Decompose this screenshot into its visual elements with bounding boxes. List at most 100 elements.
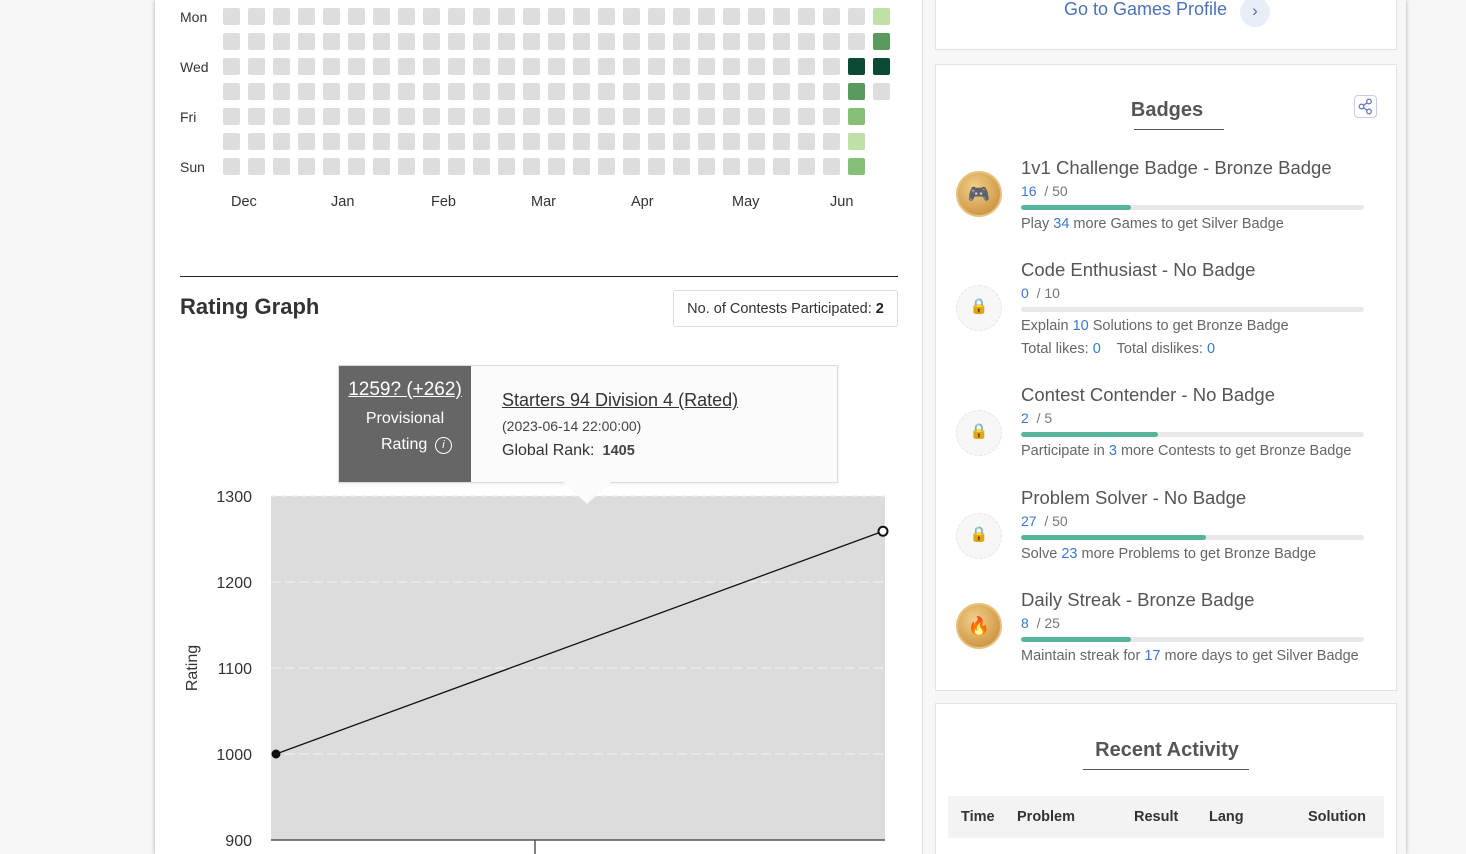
- heatmap-cell[interactable]: [548, 58, 565, 75]
- heatmap-cell[interactable]: [748, 133, 765, 150]
- heatmap-cell[interactable]: [723, 58, 740, 75]
- heatmap-cell[interactable]: [723, 8, 740, 25]
- heatmap-cell[interactable]: [398, 158, 415, 175]
- heatmap-cell[interactable]: [848, 8, 865, 25]
- heatmap-cell[interactable]: [398, 33, 415, 50]
- heatmap-cell[interactable]: [623, 33, 640, 50]
- heatmap-cell[interactable]: [323, 8, 340, 25]
- heatmap-cell[interactable]: [223, 108, 240, 125]
- heatmap-cell[interactable]: [798, 83, 815, 100]
- heatmap-cell[interactable]: [273, 58, 290, 75]
- heatmap-cell[interactable]: [698, 133, 715, 150]
- heatmap-cell[interactable]: [598, 158, 615, 175]
- heatmap-cell[interactable]: [748, 33, 765, 50]
- heatmap-cell[interactable]: [648, 108, 665, 125]
- heatmap-cell[interactable]: [548, 83, 565, 100]
- heatmap-cell[interactable]: [698, 8, 715, 25]
- heatmap-cell[interactable]: [573, 8, 590, 25]
- heatmap-cell[interactable]: [373, 8, 390, 25]
- games-profile-link[interactable]: Go to Games Profile: [1064, 0, 1227, 20]
- heatmap-cell[interactable]: [398, 8, 415, 25]
- heatmap-cell[interactable]: [773, 108, 790, 125]
- heatmap-cell[interactable]: [748, 108, 765, 125]
- heatmap-cell[interactable]: [298, 108, 315, 125]
- heatmap-cell[interactable]: [798, 8, 815, 25]
- heatmap-cell[interactable]: [698, 108, 715, 125]
- rating-point[interactable]: [271, 749, 281, 759]
- heatmap-cell[interactable]: [298, 8, 315, 25]
- column-time[interactable]: Time: [961, 809, 995, 825]
- heatmap-cell[interactable]: [698, 33, 715, 50]
- heatmap-cell[interactable]: [573, 83, 590, 100]
- heatmap-cell[interactable]: [723, 83, 740, 100]
- heatmap-cell[interactable]: [848, 133, 865, 150]
- heatmap-cell[interactable]: [473, 58, 490, 75]
- heatmap-cell[interactable]: [373, 58, 390, 75]
- heatmap-cell[interactable]: [298, 83, 315, 100]
- heatmap-cell[interactable]: [298, 58, 315, 75]
- heatmap-cell[interactable]: [448, 83, 465, 100]
- heatmap-cell[interactable]: [448, 8, 465, 25]
- heatmap-cell[interactable]: [823, 8, 840, 25]
- heatmap-cell[interactable]: [748, 83, 765, 100]
- chevron-right-icon[interactable]: ›: [1240, 0, 1270, 27]
- heatmap-cell[interactable]: [323, 58, 340, 75]
- heatmap-cell[interactable]: [673, 8, 690, 25]
- heatmap-cell[interactable]: [223, 8, 240, 25]
- heatmap-cell[interactable]: [323, 33, 340, 50]
- heatmap-cell[interactable]: [573, 133, 590, 150]
- heatmap-cell[interactable]: [348, 83, 365, 100]
- heatmap-cell[interactable]: [648, 158, 665, 175]
- heatmap-cell[interactable]: [673, 58, 690, 75]
- heatmap-cell[interactable]: [848, 158, 865, 175]
- heatmap-cell[interactable]: [823, 133, 840, 150]
- heatmap-cell[interactable]: [473, 158, 490, 175]
- heatmap-cell[interactable]: [498, 33, 515, 50]
- tooltip-contest-link[interactable]: Starters 94 Division 4 (Rated): [502, 390, 738, 411]
- heatmap-cell[interactable]: [823, 158, 840, 175]
- heatmap-cell[interactable]: [373, 108, 390, 125]
- heatmap-cell[interactable]: [598, 108, 615, 125]
- share-icon[interactable]: [1354, 95, 1377, 118]
- heatmap-cell[interactable]: [223, 133, 240, 150]
- heatmap-cell[interactable]: [598, 8, 615, 25]
- heatmap-cell[interactable]: [448, 58, 465, 75]
- heatmap-cell[interactable]: [673, 83, 690, 100]
- heatmap-cell[interactable]: [473, 133, 490, 150]
- heatmap-cell[interactable]: [473, 108, 490, 125]
- heatmap-cell[interactable]: [273, 8, 290, 25]
- heatmap-cell[interactable]: [348, 8, 365, 25]
- heatmap-cell[interactable]: [373, 133, 390, 150]
- rating-point[interactable]: [877, 525, 889, 537]
- heatmap-cell[interactable]: [348, 158, 365, 175]
- heatmap-cell[interactable]: [723, 158, 740, 175]
- heatmap-cell[interactable]: [748, 8, 765, 25]
- heatmap-cell[interactable]: [423, 83, 440, 100]
- column-lang[interactable]: Lang: [1209, 809, 1244, 825]
- heatmap-cell[interactable]: [448, 108, 465, 125]
- heatmap-cell[interactable]: [473, 33, 490, 50]
- heatmap-cell[interactable]: [448, 133, 465, 150]
- heatmap-cell[interactable]: [223, 33, 240, 50]
- heatmap-cell[interactable]: [248, 83, 265, 100]
- heatmap-cell[interactable]: [473, 83, 490, 100]
- heatmap-cell[interactable]: [348, 133, 365, 150]
- heatmap-cell[interactable]: [423, 33, 440, 50]
- heatmap-cell[interactable]: [423, 158, 440, 175]
- heatmap-cell[interactable]: [798, 158, 815, 175]
- heatmap-cell[interactable]: [823, 58, 840, 75]
- heatmap-cell[interactable]: [823, 108, 840, 125]
- heatmap-cell[interactable]: [698, 83, 715, 100]
- heatmap-cell[interactable]: [398, 58, 415, 75]
- heatmap-cell[interactable]: [598, 83, 615, 100]
- heatmap-cell[interactable]: [298, 33, 315, 50]
- heatmap-cell[interactable]: [648, 58, 665, 75]
- heatmap-cell[interactable]: [498, 108, 515, 125]
- heatmap-cell[interactable]: [498, 58, 515, 75]
- heatmap-cell[interactable]: [223, 83, 240, 100]
- heatmap-cell[interactable]: [498, 8, 515, 25]
- heatmap-cell[interactable]: [823, 83, 840, 100]
- heatmap-cell[interactable]: [573, 58, 590, 75]
- info-icon[interactable]: i: [435, 437, 452, 454]
- tooltip-rating[interactable]: 1259? (+262): [339, 379, 471, 401]
